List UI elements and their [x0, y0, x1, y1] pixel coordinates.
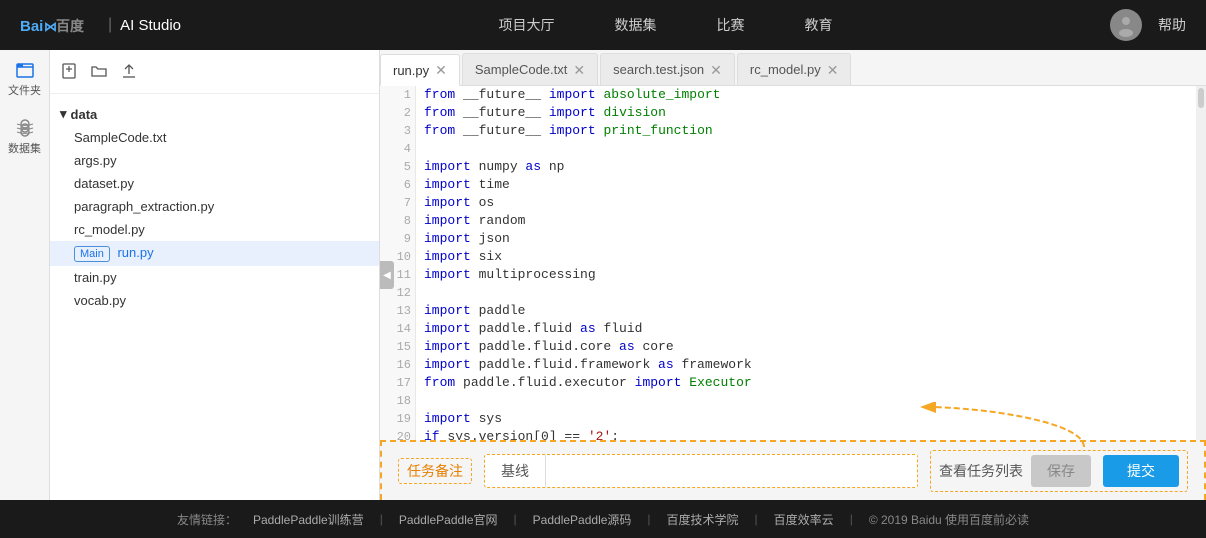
footer-prefix: 友情链接：: [177, 511, 237, 528]
task-input-container: 基线: [484, 454, 918, 488]
studio-label: AI Studio: [120, 17, 181, 34]
footer-link-official[interactable]: PaddlePaddle官网: [399, 511, 498, 528]
submit-button[interactable]: 提交: [1103, 455, 1179, 487]
footer-copyright: © 2019 Baidu 使用百度前必读: [869, 511, 1029, 528]
code-editor[interactable]: 1 2 3 4 5 6 7 8 9 10 11 12 13 14 15 16 1: [380, 86, 1206, 440]
file-item-args[interactable]: args.py: [50, 149, 379, 172]
bottom-right-actions: 查看任务列表 保存 提交: [930, 450, 1188, 492]
sidebar-item-datasets[interactable]: 数据集: [8, 118, 41, 156]
bottom-panel: 任务备注 基线 查看任务列表 保存 提交: [380, 440, 1206, 500]
file-item-runpy[interactable]: Main run.py: [50, 241, 379, 266]
view-tasks-button[interactable]: 查看任务列表: [939, 461, 1023, 481]
tab-searchjson[interactable]: search.test.json ✕: [600, 53, 735, 85]
new-folder-button[interactable]: [90, 62, 108, 85]
nav-item-competition[interactable]: 比赛: [717, 15, 745, 35]
logo-divider: |: [108, 16, 112, 34]
file-item-dataset[interactable]: dataset.py: [50, 172, 379, 195]
help-link[interactable]: 帮助: [1158, 15, 1186, 35]
svg-text:Bai: Bai: [20, 18, 43, 35]
file-tree: ▾ data SampleCode.txt args.py dataset.py…: [50, 50, 380, 500]
file-item-rcmodel[interactable]: rc_model.py: [50, 218, 379, 241]
footer-link-source[interactable]: PaddlePaddle源码: [533, 511, 632, 528]
editor-area: run.py ✕ SampleCode.txt ✕ search.test.js…: [380, 50, 1206, 500]
close-tab-runpy[interactable]: ✕: [435, 63, 447, 77]
tab-samplecode[interactable]: SampleCode.txt ✕: [462, 53, 598, 85]
sidebar-icons: 文件夹 数据集: [0, 50, 50, 500]
footer-link-training[interactable]: PaddlePaddle训练营: [253, 511, 364, 528]
file-item-train[interactable]: train.py: [50, 266, 379, 289]
footer: 友情链接： PaddlePaddle训练营 | PaddlePaddle官网 |…: [0, 500, 1206, 538]
code-lines: from __future__ import absolute_import f…: [416, 86, 1196, 440]
tab-runpy[interactable]: run.py ✕: [380, 54, 460, 86]
file-item-samplecode[interactable]: SampleCode.txt: [50, 126, 379, 149]
upload-button[interactable]: [120, 62, 138, 85]
nav-menu: 项目大厅 数据集 比赛 教育: [221, 15, 1110, 35]
baseline-tab[interactable]: 基线: [485, 455, 546, 487]
footer-link-academy[interactable]: 百度技术学院: [667, 511, 739, 528]
datasets-label: 数据集: [8, 140, 41, 156]
file-item-vocab[interactable]: vocab.py: [50, 289, 379, 312]
logo: Bai ⋈ 百度 | AI Studio: [20, 14, 181, 36]
nav-item-datasets[interactable]: 数据集: [615, 15, 657, 35]
task-note-label: 任务备注: [398, 458, 472, 484]
editor-tabs: run.py ✕ SampleCode.txt ✕ search.test.js…: [380, 50, 1206, 86]
close-tab-searchjson[interactable]: ✕: [710, 63, 722, 77]
file-item-paragraph[interactable]: paragraph_extraction.py: [50, 195, 379, 218]
sidebar-item-files[interactable]: 文件夹: [8, 60, 41, 98]
task-note-input[interactable]: [546, 455, 917, 487]
nav-item-projects[interactable]: 项目大厅: [499, 15, 555, 35]
new-file-button[interactable]: [60, 62, 78, 85]
footer-link-efficiency[interactable]: 百度效率云: [774, 511, 834, 528]
file-tree-actions: [50, 58, 379, 94]
nav-item-education[interactable]: 教育: [805, 15, 833, 35]
close-tab-rcmodel[interactable]: ✕: [827, 63, 839, 77]
nav-right: 帮助: [1110, 9, 1186, 41]
main-badge: Main: [74, 246, 110, 262]
collapse-panel-button[interactable]: ◀: [380, 261, 394, 289]
top-navigation: Bai ⋈ 百度 | AI Studio 项目大厅 数据集 比赛 教育 帮助: [0, 0, 1206, 50]
editor-scrollbar[interactable]: [1196, 86, 1206, 440]
root-folder[interactable]: ▾ data: [50, 102, 379, 126]
tab-rcmodel[interactable]: rc_model.py ✕: [737, 53, 852, 85]
save-button[interactable]: 保存: [1031, 455, 1091, 487]
files-label: 文件夹: [8, 82, 41, 98]
avatar[interactable]: [1110, 9, 1142, 41]
close-tab-samplecode[interactable]: ✕: [573, 63, 585, 77]
baidu-logo: Bai ⋈ 百度: [20, 14, 100, 36]
svg-text:百度: 百度: [56, 18, 85, 34]
